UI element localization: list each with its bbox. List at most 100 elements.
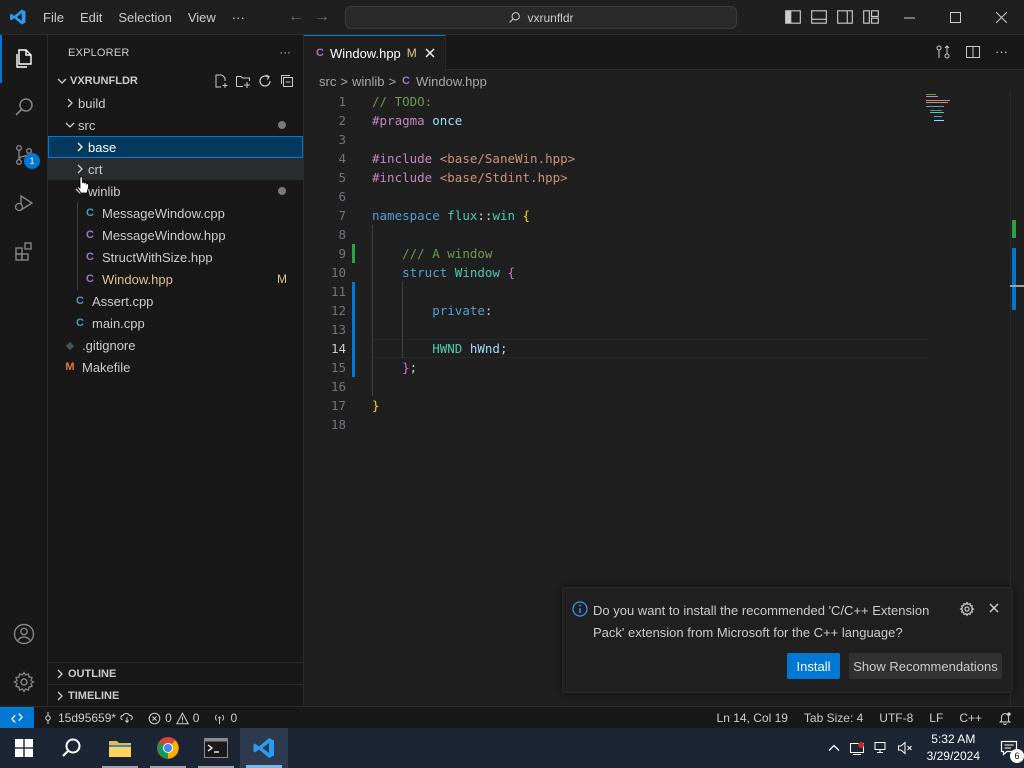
gutter-modified-marker[interactable] (352, 320, 355, 339)
menu-view[interactable]: View (180, 0, 224, 35)
toggle-primary-sidebar-icon[interactable] (784, 8, 802, 26)
taskbar-vscode[interactable] (240, 728, 288, 768)
tree-file-messagewindow-cpp[interactable]: C MessageWindow.cpp (48, 202, 303, 224)
tree-file-assert-cpp[interactable]: C Assert.cpp (48, 290, 303, 312)
code-line[interactable]: 4 #include <base/SaneWin.hpp> (304, 149, 1024, 168)
code-line[interactable]: 13 (304, 320, 1024, 339)
taskbar-search[interactable] (48, 728, 96, 768)
gear-icon[interactable] (959, 601, 975, 617)
taskbar-chrome[interactable] (144, 728, 192, 768)
code-line[interactable]: 15 }; (304, 358, 1024, 377)
search-activity[interactable] (0, 83, 48, 131)
code-line[interactable]: 5 #include <base/Stdint.hpp> (304, 168, 1024, 187)
code-line[interactable]: 18 (304, 415, 1024, 434)
manage-activity[interactable] (0, 658, 48, 706)
code-line[interactable]: 14 HWND hWnd; (304, 339, 1024, 358)
gutter-modified-marker[interactable] (352, 282, 355, 301)
maximize-icon[interactable] (932, 0, 978, 35)
workspace-root[interactable]: VXRUNFLDR (48, 70, 303, 92)
code-line[interactable]: 3 (304, 130, 1024, 149)
timeline-section[interactable]: TIMELINE (48, 684, 303, 706)
close-icon[interactable] (423, 46, 437, 60)
network-icon[interactable] (873, 740, 889, 756)
notifications-bell-icon[interactable] (998, 711, 1012, 725)
forward-arrow-icon[interactable]: → (314, 8, 330, 26)
accounts-activity[interactable] (0, 610, 48, 658)
extensions-activity[interactable] (0, 227, 48, 275)
open-changes-icon[interactable] (935, 44, 951, 60)
security-icon[interactable] (849, 740, 865, 756)
start-button[interactable] (0, 728, 48, 768)
end-of-line[interactable]: LF (929, 711, 943, 725)
code-line[interactable]: 17} (304, 396, 1024, 415)
source-control-activity[interactable]: 1 (0, 131, 48, 179)
code-line[interactable]: 7 namespace flux::win { (304, 206, 1024, 225)
git-branch-status[interactable]: 15d95659* (42, 711, 134, 725)
menu-file[interactable]: File (35, 0, 72, 35)
gutter-modified-marker[interactable] (352, 358, 355, 377)
tree-folder-base[interactable]: base (48, 136, 303, 158)
tab-size[interactable]: Tab Size: 4 (804, 711, 863, 725)
show-recommendations-button[interactable]: Show Recommendations (849, 653, 1002, 679)
breadcrumb-src[interactable]: src (319, 74, 336, 89)
split-editor-icon[interactable] (965, 44, 981, 60)
breadcrumb-winlib[interactable]: winlib (352, 74, 385, 89)
tree-file-gitignore[interactable]: ◆ .gitignore (48, 334, 303, 356)
toggle-panel-icon[interactable] (810, 8, 828, 26)
tree-file-main-cpp[interactable]: C main.cpp (48, 312, 303, 334)
code-line[interactable]: 8 (304, 225, 1024, 244)
tree-file-messagewindow-hpp[interactable]: C MessageWindow.hpp (48, 224, 303, 246)
run-debug-activity[interactable] (0, 179, 48, 227)
close-icon[interactable] (987, 601, 1001, 615)
explorer-activity[interactable] (0, 35, 48, 83)
remote-indicator[interactable] (0, 707, 34, 729)
language-mode[interactable]: C++ (959, 711, 982, 725)
gutter-modified-marker[interactable] (352, 301, 355, 320)
cursor-position[interactable]: Ln 14, Col 19 (717, 711, 788, 725)
code-editor[interactable]: 1 // TODO: 2 #pragma once 3 4 #include <base/S… (304, 92, 1024, 434)
collapse-all-icon[interactable] (279, 73, 295, 89)
clock[interactable]: 5:32 AM 3/29/2024 (927, 731, 980, 765)
taskbar-file-explorer[interactable] (96, 728, 144, 768)
tree-folder-winlib[interactable]: winlib (48, 176, 303, 202)
problems-status[interactable]: 0 0 (148, 711, 199, 725)
customize-layout-icon[interactable] (862, 8, 880, 26)
tree-file-structwithsize-hpp[interactable]: C StructWithSize.hpp (48, 246, 303, 268)
chevron-up-icon[interactable] (827, 741, 841, 755)
code-line[interactable]: 2 #pragma once (304, 111, 1024, 130)
code-line[interactable]: 12 private: (304, 301, 1024, 320)
volume-muted-icon[interactable] (897, 740, 913, 756)
tree-file-makefile[interactable]: M Makefile (48, 356, 303, 378)
taskbar-terminal[interactable] (192, 728, 240, 768)
new-folder-icon[interactable] (235, 73, 251, 89)
refresh-icon[interactable] (257, 73, 273, 89)
menu-selection[interactable]: Selection (110, 0, 179, 35)
new-file-icon[interactable] (213, 73, 229, 89)
explorer-more-button[interactable]: ··· (279, 47, 291, 59)
gutter-added-marker[interactable] (352, 244, 355, 263)
back-arrow-icon[interactable]: ← (288, 8, 304, 26)
ports-status[interactable]: 0 (213, 711, 237, 725)
menu-edit[interactable]: Edit (72, 0, 110, 35)
code-line[interactable]: 11 (304, 282, 1024, 301)
install-button[interactable]: Install (787, 653, 840, 679)
action-center[interactable]: 6 (994, 739, 1024, 763)
code-line[interactable]: 16 (304, 377, 1024, 396)
minimap[interactable] (924, 93, 964, 123)
toggle-secondary-sidebar-icon[interactable] (836, 8, 854, 26)
breadcrumb-file[interactable]: Window.hpp (416, 74, 487, 89)
close-window-icon[interactable] (978, 0, 1024, 35)
code-line[interactable]: 10 struct Window { (304, 263, 1024, 282)
encoding[interactable]: UTF-8 (879, 711, 913, 725)
code-line[interactable]: 9 /// A window (304, 244, 1024, 263)
tree-file-window-hpp[interactable]: C Window.hpp M (48, 268, 303, 290)
tree-folder-build[interactable]: build (48, 92, 303, 114)
gutter-modified-marker[interactable] (352, 339, 355, 358)
command-center-search[interactable]: vxrunfldr (345, 6, 737, 29)
outline-section[interactable]: OUTLINE (48, 662, 303, 684)
minimize-icon[interactable] (886, 0, 932, 35)
code-line[interactable]: 1 // TODO: (304, 92, 1024, 111)
editor-more-button[interactable]: ··· (995, 44, 1008, 60)
menu-more[interactable]: ··· (224, 0, 253, 35)
tree-folder-src[interactable]: src (48, 114, 303, 136)
